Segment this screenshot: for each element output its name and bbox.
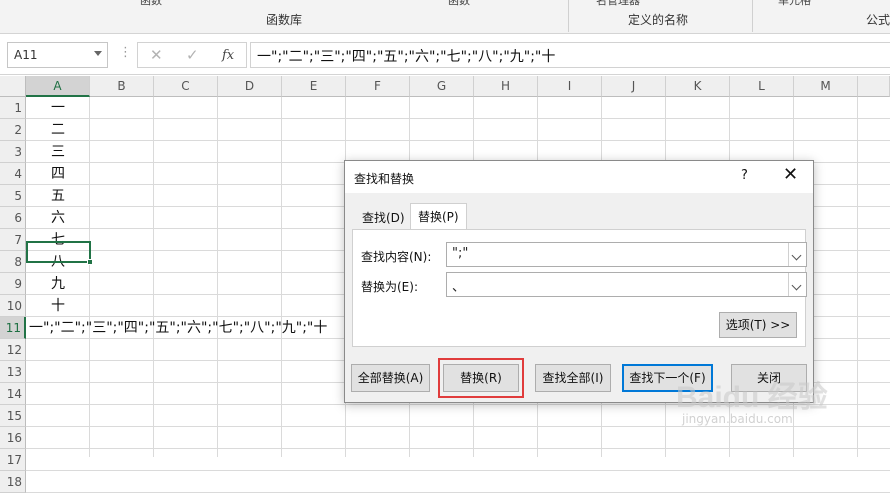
column-header-i[interactable]: I bbox=[538, 76, 602, 97]
gridline-horizontal bbox=[26, 448, 890, 449]
column-header-j[interactable]: J bbox=[602, 76, 666, 97]
cell-a3[interactable]: 三 bbox=[26, 141, 90, 163]
insert-function-icon[interactable]: fx bbox=[222, 48, 234, 63]
name-box-value: A11 bbox=[14, 48, 38, 62]
replace-highlight-box bbox=[438, 358, 524, 398]
group-defined-names: 定义的名称 bbox=[628, 13, 689, 27]
column-header-m[interactable]: M bbox=[794, 76, 858, 97]
cell-a6[interactable]: 六 bbox=[26, 207, 90, 229]
enter-icon[interactable]: ✓ bbox=[186, 46, 199, 64]
cell-a9[interactable]: 九 bbox=[26, 273, 90, 295]
more-dots-icon: ⋮ bbox=[119, 45, 132, 60]
column-header-f[interactable]: F bbox=[346, 76, 410, 97]
chevron-down-icon[interactable] bbox=[94, 51, 102, 56]
select-all-corner[interactable] bbox=[0, 76, 26, 97]
close-icon[interactable]: ✕ bbox=[783, 164, 798, 185]
tab-find[interactable]: 查找(D) bbox=[355, 205, 412, 229]
cell-a1[interactable]: 一 bbox=[26, 97, 90, 119]
group-function-library: 函数库 bbox=[266, 13, 303, 27]
options-button[interactable]: 选项(T) >> bbox=[719, 312, 797, 338]
gridline-horizontal bbox=[26, 426, 890, 427]
row-header-10[interactable]: 10 bbox=[0, 295, 26, 317]
row-header-3[interactable]: 3 bbox=[0, 141, 26, 163]
row-header-7[interactable]: 7 bbox=[0, 229, 26, 251]
help-icon[interactable]: ? bbox=[741, 168, 748, 183]
formula-bar: A11 ⋮ ✕ ✓ fx 一";"二";"三";"四";"五";"六";"七";… bbox=[0, 35, 890, 75]
column-header-e[interactable]: E bbox=[282, 76, 346, 97]
find-all-button[interactable]: 查找全部(I) bbox=[535, 364, 611, 392]
ribbon-separator bbox=[752, 0, 753, 32]
cell-a5[interactable]: 五 bbox=[26, 185, 90, 207]
replace-with-value: 、 bbox=[452, 280, 466, 295]
replace-with-combo[interactable]: 、 bbox=[446, 272, 807, 297]
gridline-horizontal bbox=[26, 118, 890, 119]
column-header-d[interactable]: D bbox=[218, 76, 282, 97]
chevron-down-icon[interactable] bbox=[788, 243, 806, 266]
row-header-15[interactable]: 15 bbox=[0, 405, 26, 427]
column-header-k[interactable]: K bbox=[666, 76, 730, 97]
row-header-4[interactable]: 4 bbox=[0, 163, 26, 185]
ribbon-cut-label[interactable]: 函数 bbox=[140, 0, 162, 8]
find-replace-dialog: 查找和替换 ? ✕ 查找(D) 替换(P) 查找内容(N): ";" 替换为(E… bbox=[344, 160, 814, 403]
row-header-17[interactable]: 17 bbox=[0, 449, 26, 471]
gridline-vertical bbox=[857, 97, 858, 457]
ribbon-cut-label[interactable]: 单元格 bbox=[778, 0, 811, 8]
gridline-vertical bbox=[153, 97, 154, 457]
row-header-1[interactable]: 1 bbox=[0, 97, 26, 119]
ribbon-separator bbox=[568, 0, 569, 32]
cancel-icon[interactable]: ✕ bbox=[150, 46, 163, 64]
column-header-c[interactable]: C bbox=[154, 76, 218, 97]
tab-replace[interactable]: 替换(P) bbox=[410, 203, 467, 230]
ribbon: 函数 函数 名管理器 单元格 函数库 定义的名称 公式 bbox=[0, 0, 890, 34]
gridline-vertical bbox=[217, 97, 218, 457]
replace-all-button[interactable]: 全部替换(A) bbox=[351, 364, 430, 392]
fill-handle[interactable] bbox=[87, 259, 93, 265]
row-header-13[interactable]: 13 bbox=[0, 361, 26, 383]
column-header-l[interactable]: L bbox=[730, 76, 794, 97]
dialog-titlebar: 查找和替换 ? ✕ bbox=[345, 161, 813, 193]
formula-input[interactable]: 一";"二";"三";"四";"五";"六";"七";"八";"九";"十 bbox=[250, 42, 890, 68]
gridline-horizontal bbox=[26, 470, 890, 471]
cell-a2[interactable]: 二 bbox=[26, 119, 90, 141]
row-header-5[interactable]: 5 bbox=[0, 185, 26, 207]
chevron-down-icon[interactable] bbox=[788, 273, 806, 296]
active-cell-selection bbox=[26, 241, 93, 265]
row-header-8[interactable]: 8 bbox=[0, 251, 26, 273]
ribbon-cut-label[interactable]: 名管理器 bbox=[596, 0, 640, 8]
row-header-2[interactable]: 2 bbox=[0, 119, 26, 141]
ribbon-cut-label[interactable]: 函数 bbox=[448, 0, 470, 8]
column-header-b[interactable]: B bbox=[90, 76, 154, 97]
column-header-filler bbox=[858, 76, 890, 97]
row-header-14[interactable]: 14 bbox=[0, 383, 26, 405]
row-header-11[interactable]: 11 bbox=[0, 317, 26, 339]
cell-a11[interactable]: 一";"二";"三";"四";"五";"六";"七";"八";"九";"十 bbox=[29, 317, 327, 339]
replace-with-label: 替换为(E): bbox=[361, 280, 418, 294]
name-box[interactable]: A11 bbox=[7, 42, 108, 68]
column-header-h[interactable]: H bbox=[474, 76, 538, 97]
row-header-12[interactable]: 12 bbox=[0, 339, 26, 361]
row-header-16[interactable]: 16 bbox=[0, 427, 26, 449]
gridline-vertical bbox=[281, 97, 282, 457]
watermark-url: jingyan.baidu.com bbox=[682, 412, 793, 426]
column-header-g[interactable]: G bbox=[410, 76, 474, 97]
find-what-combo[interactable]: ";" bbox=[446, 242, 807, 267]
find-what-label: 查找内容(N): bbox=[361, 250, 432, 264]
row-header-18[interactable]: 18 bbox=[0, 471, 26, 493]
cell-a4[interactable]: 四 bbox=[26, 163, 90, 185]
gridline-horizontal bbox=[26, 140, 890, 141]
dialog-title: 查找和替换 bbox=[354, 172, 415, 186]
group-formula: 公式 bbox=[866, 13, 890, 27]
formula-buttons: ✕ ✓ fx bbox=[137, 42, 247, 68]
baidu-watermark: Baidu 经验 bbox=[676, 381, 828, 414]
cell-a10[interactable]: 十 bbox=[26, 295, 90, 317]
column-header-a[interactable]: A bbox=[26, 76, 90, 97]
row-header-6[interactable]: 6 bbox=[0, 207, 26, 229]
row-header-9[interactable]: 9 bbox=[0, 273, 26, 295]
replace-tab-panel: 查找内容(N): ";" 替换为(E): 、 选项(T) >> bbox=[352, 229, 807, 347]
find-what-value: ";" bbox=[452, 246, 469, 261]
